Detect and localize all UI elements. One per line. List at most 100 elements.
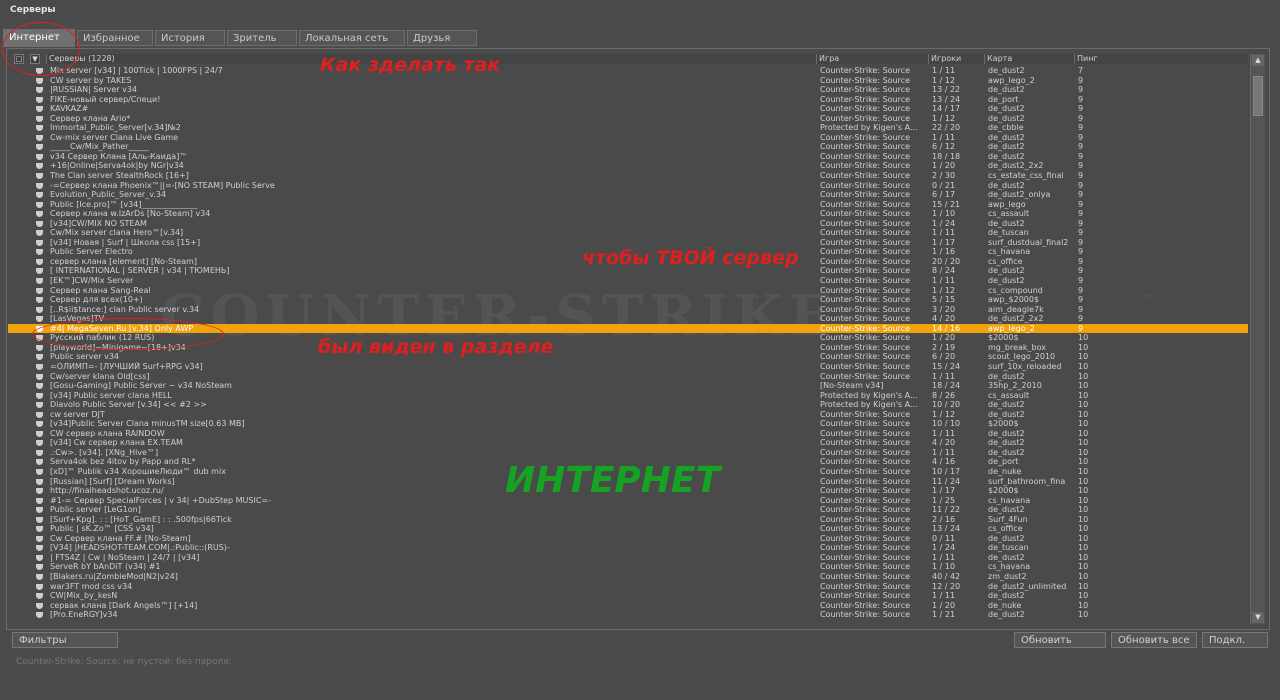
server-game: Counter-Strike: Source [820, 581, 911, 591]
server-row[interactable]: v34 Сервер Клана [Аль-Каида]™ Counter-Str… [8, 152, 1248, 162]
shield-icon [36, 363, 43, 370]
column-ping[interactable]: Пинг [1074, 54, 1248, 64]
server-row[interactable]: [v34] Новая | Surf | Школа css [15+] Coun… [8, 238, 1248, 248]
column-players[interactable]: Игроки [928, 54, 984, 64]
tab-friends[interactable]: Друзья [407, 30, 477, 46]
server-row[interactable]: Mix server [v34] | 100Tick | 1000FPS | 2… [8, 66, 1248, 76]
server-row[interactable]: |RUSSIAN| Server v34 Counter-Strike: Sour… [8, 85, 1248, 95]
server-players: 13 / 24 [932, 524, 961, 534]
shield-icon [36, 192, 43, 199]
server-row[interactable]: Cw/server klana Old[css] Counter-Strike: … [8, 372, 1248, 382]
server-row[interactable]: Public server v34 Counter-Strike: Source 6… [8, 352, 1248, 362]
server-row[interactable]: war3FT mod css v34 Counter-Strike: Source… [8, 582, 1248, 592]
server-players: 1 / 11 [932, 66, 956, 75]
server-row[interactable]: [EK™]CW/Mix Server Counter-Strike: Source… [8, 276, 1248, 286]
server-row[interactable]: The Clan server StealthRock [16+] Counter… [8, 171, 1248, 181]
server-players: 18 / 18 [932, 151, 961, 161]
server-row[interactable]: Public [Ice.pro]™ [v34]______________ Cou… [8, 200, 1248, 210]
column-game[interactable]: Игра [816, 54, 928, 64]
scrollbar[interactable]: ▲ ▼ [1250, 54, 1265, 624]
server-row[interactable]: -=Сервер клана Phoenix™||=-[NO STEAM] Pu… [8, 181, 1248, 191]
server-row[interactable]: Сервер клана w.IzArDs [No-Steam] v34 Coun… [8, 209, 1248, 219]
server-map: de_dust2_onlya [988, 190, 1051, 200]
server-row[interactable]: KAVKAZ# Counter-Strike: Source 14 / 17 de_d… [8, 104, 1248, 114]
tab-lan[interactable]: Локальная сеть [299, 30, 405, 46]
server-row[interactable]: сервак клана [Dark Angels™] [+14] Counter… [8, 601, 1248, 611]
server-ping: 9 [1078, 276, 1084, 286]
server-row[interactable]: Сервер клана Ario* Counter-Strike: Source… [8, 114, 1248, 124]
server-game: Counter-Strike: Source [820, 428, 911, 438]
refresh-all-button[interactable]: Обновить все [1111, 632, 1197, 648]
server-map: de_nuke [988, 466, 1022, 476]
scroll-thumb[interactable] [1253, 76, 1263, 116]
server-row[interactable]: [v34]CW/MIX NO STEAM Counter-Strike: Sour… [8, 219, 1248, 229]
server-ping: 9 [1078, 104, 1084, 114]
server-row[interactable]: CW server by TAKES Counter-Strike: Source… [8, 76, 1248, 86]
server-row[interactable]: +16|Online|Serva4ok|by NGr|v34 Counter-St… [8, 161, 1248, 171]
server-ping: 10 [1078, 552, 1089, 562]
server-row[interactable]: _____Cw/Mix_Pather_____ Counter-Strike: S… [8, 142, 1248, 152]
server-row[interactable]: [Blakers.ru|ZombieMod|N2|v24] Counter-Str… [8, 572, 1248, 582]
server-map: de_dust2 [988, 142, 1025, 152]
shield-icon [36, 573, 43, 580]
server-row[interactable]: [Pro.EneRGY]v34 Counter-Strike: Source 1 /… [8, 610, 1248, 620]
server-ping: 10 [1078, 352, 1089, 362]
server-row[interactable]: [v34]Public Server Clana minusTM size[0.… [8, 419, 1248, 429]
server-row[interactable]: [V34] |HEADSHOT-TEAM.COM|.:Public::(RUS)… [8, 543, 1248, 553]
shield-icon [36, 115, 43, 122]
server-ping: 10 [1078, 428, 1089, 438]
server-game: Counter-Strike: Source [820, 591, 911, 601]
server-row[interactable]: [v34] Cw сервер клана EX.TEAM Counter-Str… [8, 438, 1248, 448]
filters-button[interactable]: Фильтры [12, 632, 118, 648]
tab-history[interactable]: История [155, 30, 225, 46]
server-name: CW|Mix_by_kesN [50, 591, 118, 601]
server-ping: 9 [1078, 199, 1084, 209]
shield-icon [36, 507, 43, 514]
shield-icon [36, 468, 43, 475]
server-row[interactable]: | FTS4Z | Cw | NoSteam | 24/7 | [v34] Cou… [8, 553, 1248, 563]
tab-favorites[interactable]: Избранное [77, 30, 153, 46]
server-players: 1 / 16 [932, 247, 956, 257]
server-ping: 9 [1078, 94, 1084, 104]
server-row[interactable]: cw server DJT Counter-Strike: Source 1 / 1… [8, 410, 1248, 420]
server-ping: 10 [1078, 581, 1089, 591]
server-game: Counter-Strike: Source [820, 237, 911, 247]
server-row[interactable]: =ОЛИМП=- [ЛУЧШИЙ Surf+RPG v34] Counter-St… [8, 362, 1248, 372]
server-row[interactable]: Cw-mix server Clana Live Game Counter-Str… [8, 133, 1248, 143]
server-row[interactable]: [Surf+Kpg]. : : [HoT_GamE] : : .500fps|6… [8, 515, 1248, 525]
shield-icon [36, 497, 43, 504]
server-row[interactable]: Immortal_Public_Server[v.34]№2 Protected … [8, 123, 1248, 133]
server-row[interactable]: Diavolo Public Server [v.34] << #2 >> Pro… [8, 400, 1248, 410]
server-map: de_nuke [988, 600, 1022, 610]
server-row[interactable]: CW|Mix_by_kesN Counter-Strike: Source 1 / … [8, 591, 1248, 601]
server-row[interactable]: Сервер для всех(10+) Counter-Strike: Sour… [8, 295, 1248, 305]
server-row[interactable]: [v34] Public server clana HELL Protected … [8, 391, 1248, 401]
shield-icon [36, 153, 43, 160]
scroll-up-icon[interactable]: ▲ [1252, 55, 1264, 66]
refresh-button[interactable]: Обновить [1014, 632, 1106, 648]
server-row[interactable]: Cw Сервер клана FF.# [No-Steam] Counter-S… [8, 534, 1248, 544]
server-row[interactable]: Evolution_Public_Server_v.34 Counter-Stri… [8, 190, 1248, 200]
server-row[interactable]: Сервер клана Sang-Real Counter-Strike: So… [8, 286, 1248, 296]
tab-spectate[interactable]: Зритель [227, 30, 297, 46]
server-row[interactable]: FIKE-новый сервер/Специ! Counter-Strike: … [8, 95, 1248, 105]
server-name: [Blakers.ru|ZombieMod|N2|v24] [50, 571, 178, 581]
server-ping: 10 [1078, 505, 1089, 515]
column-map[interactable]: Карта [984, 54, 1074, 64]
connect-button[interactable]: Подкл. [1202, 632, 1268, 648]
server-row[interactable]: Public | sK.Zo™ [CSS v34] Counter-Strike:… [8, 524, 1248, 534]
scroll-down-icon[interactable]: ▼ [1252, 612, 1264, 623]
server-game: Counter-Strike: Source [820, 352, 911, 362]
server-row[interactable]: Public server [LeG1on] Counter-Strike: So… [8, 505, 1248, 515]
server-row[interactable]: CW сервер клана RAINDOW Counter-Strike: S… [8, 429, 1248, 439]
server-row[interactable]: .:Cw>. [v34]. [XNg_Hive™] Counter-Strike:… [8, 448, 1248, 458]
server-row[interactable]: [..R$ii$tance:] clan Public server v.34 C… [8, 305, 1248, 315]
server-players: 1 / 12 [932, 285, 956, 295]
server-row[interactable]: ServeR bY bAnDiT (v34) #1 Counter-Strike:… [8, 562, 1248, 572]
server-name: [V34] |HEADSHOT-TEAM.COM|.:Public::(RUS)… [50, 543, 230, 553]
server-map: de_dust2 [988, 104, 1025, 114]
server-name: war3FT mod css v34 [50, 581, 133, 591]
server-row[interactable]: [Gosu-Gaming] Public Server ~ v34 NoStea… [8, 381, 1248, 391]
shield-icon [36, 173, 43, 180]
server-row[interactable]: Cw/Mix server clana Hero™[v.34] Counter-S… [8, 228, 1248, 238]
